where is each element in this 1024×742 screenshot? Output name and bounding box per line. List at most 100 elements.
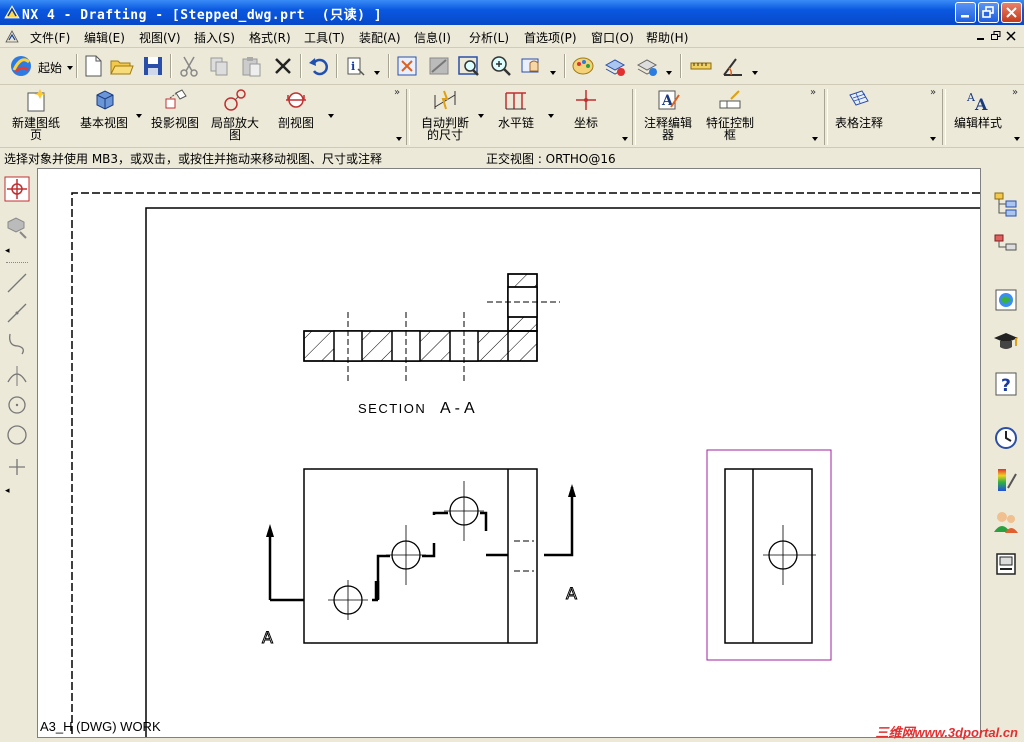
new-file-icon[interactable] (80, 53, 106, 79)
chain-dropdown-icon[interactable] (548, 114, 554, 118)
base-view-dropdown-icon[interactable] (136, 114, 142, 118)
circle-tool-icon[interactable] (4, 392, 30, 418)
new-sheet-button[interactable]: 新建图纸 页 (6, 87, 66, 141)
menu-edit[interactable]: 编辑(E) (84, 29, 125, 46)
overflow-chevron-icon[interactable]: » (810, 87, 816, 98)
menu-insert[interactable]: 插入(S) (194, 29, 235, 46)
edit-style-label: 编辑样式 (953, 116, 1002, 130)
polyline-tool-icon[interactable] (4, 300, 30, 326)
document-icon[interactable] (4, 28, 20, 44)
section-view-button[interactable]: 剖视图 (268, 87, 324, 129)
pan-icon[interactable] (518, 53, 544, 79)
arc-tool-icon[interactable] (4, 362, 30, 388)
start-icon[interactable] (8, 53, 34, 79)
feature-control-frame-button[interactable]: 特征控制 框 (700, 87, 760, 141)
menu-window[interactable]: 窗口(O) (591, 29, 634, 46)
edit-style-button[interactable]: AA 编辑样式 (948, 87, 1008, 129)
spline-tool-icon[interactable] (4, 330, 30, 356)
menu-assemblies[interactable]: 装配(A) (359, 29, 401, 46)
inferred-dimension-button[interactable]: 自动判断 的尺寸 (414, 87, 476, 141)
doc-restore-icon[interactable] (991, 31, 1001, 41)
menu-analysis[interactable]: 分析(L) (469, 29, 509, 46)
minimize-icon (961, 15, 969, 18)
projected-view-button[interactable]: 投影视图 (146, 87, 204, 129)
drawing-sheet[interactable]: SECTION A-A A A (38, 169, 981, 738)
edit-style-icon: AA (966, 91, 988, 113)
menu-tools[interactable]: 工具(T) (304, 29, 345, 46)
history-icon[interactable] (992, 424, 1020, 452)
zoom-in-icon[interactable] (488, 53, 514, 79)
info-icon[interactable]: i (342, 53, 368, 79)
system-materials-icon[interactable] (992, 550, 1020, 578)
feature-control-frame-label: 特征控制 框 (705, 116, 754, 142)
minimize-button[interactable] (955, 2, 976, 23)
menu-format[interactable]: 格式(R) (249, 29, 291, 46)
section-view-dropdown-icon[interactable] (328, 114, 334, 118)
coordinate-button[interactable]: 坐标 (560, 87, 612, 129)
detail-view-button[interactable]: 局部放大 图 (206, 87, 264, 141)
annotation-editor-button[interactable]: A 注释编辑 器 (638, 87, 698, 141)
select-icon[interactable] (4, 176, 30, 202)
palette-color-icon[interactable] (992, 466, 1020, 494)
help-icon[interactable]: ? (992, 370, 1020, 398)
save-icon[interactable] (140, 53, 166, 79)
base-view[interactable] (268, 468, 574, 644)
copy-icon[interactable] (206, 53, 232, 79)
window-title: NX 4 - Drafting - [Stepped_dwg.prt (只读) … (22, 8, 383, 23)
drawing-canvas[interactable]: SECTION A-A A A A3_H (DWG) WORK (37, 168, 981, 738)
line-tool-icon[interactable] (4, 270, 30, 296)
paste-icon[interactable] (238, 53, 264, 79)
cue-line: 选择对象并使用 MB3，或双击，或按住并拖动来移动视图、尺寸或注释 (4, 152, 383, 166)
close-button[interactable] (1001, 2, 1022, 23)
dimension-tool-icon[interactable] (4, 214, 30, 240)
svg-text:?: ? (1001, 376, 1011, 396)
section-view[interactable] (303, 273, 560, 381)
status-bar (0, 738, 1024, 742)
overflow-chevron-icon[interactable]: » (930, 87, 936, 98)
menu-preferences[interactable]: 首选项(P) (524, 29, 577, 46)
cut-icon[interactable] (176, 53, 202, 79)
section-letters: A-A (440, 400, 479, 417)
zoom-window-icon[interactable] (456, 53, 482, 79)
layer-settings-icon[interactable] (602, 53, 628, 79)
overflow-chevron-icon[interactable]: » (394, 87, 400, 98)
base-view-button[interactable]: 基本视图 (74, 87, 134, 129)
delete-icon[interactable] (270, 53, 296, 79)
projected-view[interactable] (724, 468, 816, 644)
zoom-icon[interactable] (426, 53, 452, 79)
roles-icon[interactable] (992, 328, 1020, 356)
undo-icon[interactable] (306, 53, 332, 79)
menu-help[interactable]: 帮助(H) (646, 29, 688, 46)
palette-expand-icon[interactable]: ◂ (5, 246, 10, 256)
cut-label-left: A (262, 628, 273, 647)
palette-expand-icon[interactable]: ◂ (5, 486, 10, 496)
layer-visible-icon[interactable] (634, 53, 660, 79)
doc-minimize-icon[interactable] (976, 31, 986, 41)
inferred-dimension-label: 自动判断 的尺寸 (420, 116, 469, 142)
doc-close-icon[interactable] (1006, 31, 1016, 41)
title-bar[interactable]: NX 4 - Drafting - [Stepped_dwg.prt (只读) … (0, 0, 1024, 25)
menu-information[interactable]: 信息(I) (414, 29, 451, 46)
circle-alt-tool-icon[interactable] (4, 422, 30, 448)
dimension-dropdown-icon[interactable] (478, 114, 484, 118)
fit-icon[interactable] (394, 53, 420, 79)
restore-button[interactable] (978, 2, 999, 23)
annotation-editor-label: 注释编辑 器 (643, 116, 692, 142)
web-browser-icon[interactable] (992, 286, 1020, 314)
start-button[interactable]: 起始 (38, 59, 62, 76)
menu-file[interactable]: 文件(F) (30, 29, 70, 46)
point-tool-icon[interactable] (4, 454, 30, 480)
users-icon[interactable] (992, 508, 1020, 536)
open-folder-icon[interactable] (108, 53, 134, 79)
horizontal-chain-button[interactable]: 水平链 (490, 87, 542, 129)
assembly-navigator-icon[interactable] (992, 190, 1020, 218)
menu-view[interactable]: 视图(V) (139, 29, 181, 46)
view-status: 正交视图 : ORTHO@16 (486, 152, 616, 166)
part-navigator-icon[interactable] (992, 232, 1020, 260)
tabular-note-button[interactable]: 表格注释 (830, 87, 888, 129)
overflow-chevron-icon[interactable]: » (1012, 87, 1018, 98)
measure-angle-icon[interactable] (720, 53, 746, 79)
start-dropdown-icon[interactable] (67, 66, 73, 70)
measure-distance-icon[interactable] (688, 53, 714, 79)
color-palette-icon[interactable] (570, 53, 596, 79)
